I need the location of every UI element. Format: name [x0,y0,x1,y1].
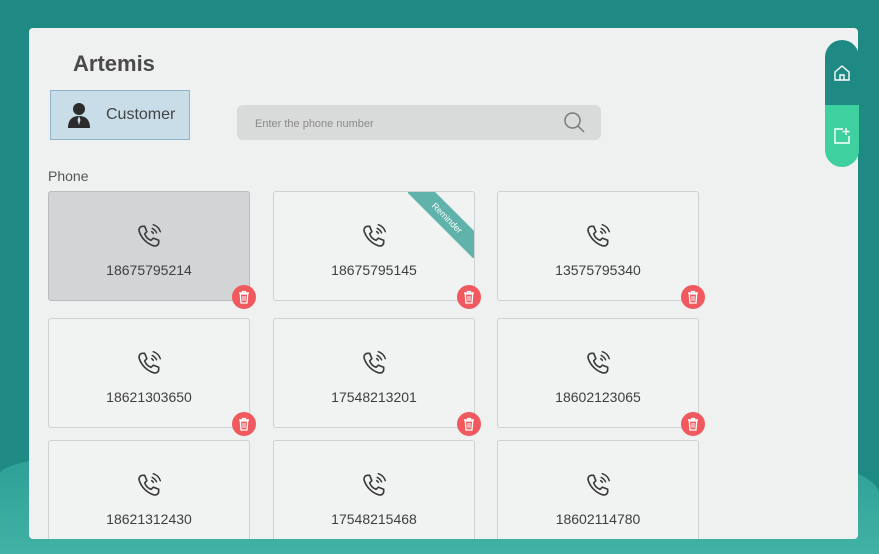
phone-number: 18675795145 [331,262,417,278]
phone-number: 18602123065 [555,389,641,405]
phone-number: 18621312430 [106,511,192,527]
phone-card[interactable]: 18621303650 [48,318,250,428]
delete-button[interactable] [232,285,256,309]
home-icon [834,65,850,81]
person-icon [68,103,90,128]
reminder-label: Reminder [408,192,474,258]
phone-call-icon [138,223,162,247]
trash-icon [239,290,249,304]
phone-card[interactable]: 18675795145 Reminder [273,191,475,301]
phone-card[interactable]: 18675795214 [48,191,250,301]
section-label-phone: Phone [48,168,89,184]
trash-icon [464,290,474,304]
search-bar [237,105,601,140]
search-input[interactable] [253,113,547,135]
delete-button[interactable] [457,285,481,309]
delete-button[interactable] [681,412,705,436]
phone-number: 18675795214 [106,262,192,278]
phone-card[interactable]: 13575795340 [497,191,699,301]
phone-number: 18621303650 [106,389,192,405]
main-panel: Artemis Customer Phone 18675795214 186757… [29,28,858,539]
search-icon[interactable] [563,111,585,133]
phone-number: 13575795340 [555,262,641,278]
trash-icon [688,290,698,304]
phone-call-icon [587,350,611,374]
phone-card[interactable]: 18621312430 [48,440,250,539]
delete-button[interactable] [232,412,256,436]
phone-call-icon [138,472,162,496]
phone-call-icon [138,350,162,374]
phone-call-icon [363,472,387,496]
add-page-icon [834,128,850,144]
add-page-button[interactable] [825,105,859,167]
phone-number: 18602114780 [555,511,641,527]
trash-icon [688,417,698,431]
customer-button-label: Customer [106,106,176,123]
trash-icon [464,417,474,431]
phone-card[interactable]: 17548215468 [273,440,475,539]
customer-button[interactable]: Customer [50,90,190,140]
app-title: Artemis [73,51,155,76]
side-rail [825,40,859,167]
phone-number: 17548213201 [331,389,417,405]
delete-button[interactable] [681,285,705,309]
phone-card[interactable]: 17548213201 [273,318,475,428]
phone-card[interactable]: 18602114780 [497,440,699,539]
phone-call-icon [587,223,611,247]
phone-number: 17548215468 [331,511,417,527]
phone-card[interactable]: 18602123065 [497,318,699,428]
phone-call-icon [587,472,611,496]
home-button[interactable] [825,40,859,105]
phone-call-icon [363,350,387,374]
reminder-ribbon: Reminder [408,192,474,258]
trash-icon [239,417,249,431]
delete-button[interactable] [457,412,481,436]
phone-call-icon [363,223,387,247]
